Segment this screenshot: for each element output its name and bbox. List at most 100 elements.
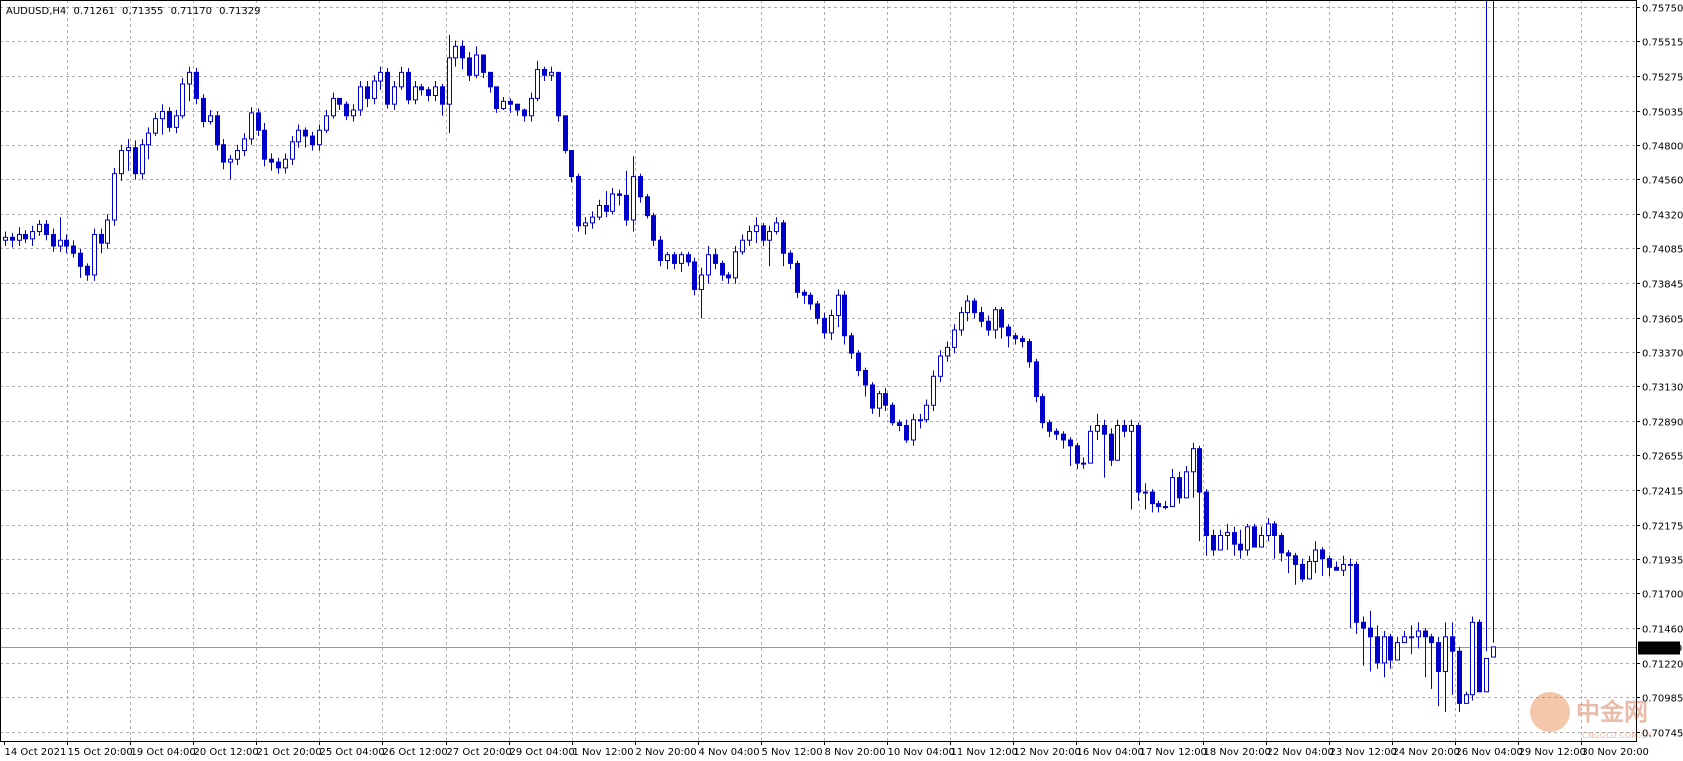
candle-body-bear: [1150, 491, 1155, 505]
candle-body-bull: [160, 110, 165, 120]
candle-body-bear: [1027, 341, 1032, 363]
candle-body-bull: [938, 355, 943, 377]
candle-body-bull: [453, 45, 458, 59]
x-tick-label: 15 Oct 20:00: [68, 747, 133, 758]
candle-body-bull: [1395, 642, 1400, 661]
x-tick-label: 21 Oct 20:00: [257, 747, 322, 758]
x-tick-label: 5 Nov 12:00: [762, 747, 823, 758]
candle-body-bull: [399, 71, 404, 88]
candle-body-bear: [795, 262, 800, 293]
candle-body-bear: [658, 239, 663, 262]
y-tick-label: 0.75515: [1642, 38, 1683, 49]
candle-body-bear: [78, 252, 83, 267]
candle-body-bull: [1245, 526, 1250, 551]
candle-body-bear: [303, 129, 308, 137]
header-open: 0.71261: [73, 6, 114, 17]
candle-body-bull: [392, 86, 397, 105]
candle-body-bear: [979, 312, 984, 322]
x-tick-label: 26 Oct 12:00: [383, 747, 448, 758]
candle-body-bear: [1238, 543, 1243, 551]
candle-body-bull: [945, 346, 950, 357]
candle-body-bear: [1047, 422, 1052, 432]
candle-body-bear: [194, 71, 199, 99]
candle-body-bull: [1348, 563, 1353, 566]
candle-body-bull: [1115, 424, 1120, 461]
candle-body-bear: [419, 86, 424, 91]
candlestick-chart: 0.75750 0.75515 0.75275 0.75035 0.74800 0.745…: [0, 0, 1683, 761]
x-tick-label: 16 Nov 04:00: [1077, 747, 1144, 758]
candle-body-bull: [378, 71, 383, 82]
candle-body-bear: [604, 205, 609, 212]
current-price-tag: 0.71329: [1638, 641, 1682, 655]
candle-body-bear: [1327, 558, 1332, 568]
candle-body-bear: [556, 71, 561, 117]
candle-body-bear: [51, 233, 56, 247]
x-tick-label: 25 Oct 04:00: [320, 747, 385, 758]
candle-body-bear: [1429, 636, 1434, 644]
candle-body-bear: [1013, 335, 1018, 340]
candle-body-bear: [890, 404, 895, 424]
candle-body-bear: [1204, 491, 1209, 536]
candle-body-bull: [372, 80, 377, 99]
candle-body-bull: [413, 86, 418, 101]
y-tick-label: 0.72655: [1642, 452, 1683, 463]
candle-body-bear: [1334, 566, 1339, 571]
candle-body-bull: [180, 83, 185, 117]
candle-body-bear: [215, 115, 220, 146]
candle-body-bull: [140, 144, 145, 175]
y-tick-label: 0.74085: [1642, 245, 1683, 256]
candle-body-bull: [836, 294, 841, 317]
candle-body-bull: [358, 86, 363, 111]
candle-body-bear: [849, 335, 854, 354]
candle-body-bull: [631, 176, 636, 221]
y-tick-label: 0.71700: [1642, 590, 1683, 601]
candle-body-bull: [30, 231, 35, 240]
candle-body-bear: [1388, 636, 1393, 661]
candle-body-bear: [863, 370, 868, 386]
y-tick-label: 0.73605: [1642, 315, 1683, 326]
candle-body-bull: [1266, 523, 1271, 536]
x-tick-label: 30 Nov 20:00: [1582, 747, 1649, 758]
candle-body-bear: [1040, 396, 1045, 424]
candle-body-bull: [1225, 532, 1230, 536]
candle-body-bear: [713, 254, 718, 264]
x-tick-label: 29 Oct 04:00: [510, 747, 575, 758]
candle-body-bear: [972, 300, 977, 314]
y-tick-label: 0.74800: [1642, 142, 1683, 153]
candle-body-bull: [529, 97, 534, 117]
candle-body-bear: [788, 252, 793, 264]
candle-body-bull: [747, 231, 752, 241]
candle-body-bear: [808, 294, 813, 305]
candle-body-bear: [1034, 361, 1039, 398]
candle-body-bull: [1170, 477, 1175, 508]
y-tick-label: 0.74560: [1642, 176, 1683, 187]
candle-body-bull: [774, 222, 779, 233]
candle-body-bull: [699, 274, 704, 290]
candle-body-bull: [754, 225, 759, 233]
candle-body-bull: [1382, 636, 1387, 664]
candle-body-bear: [1436, 642, 1441, 673]
candle-body-bear: [1252, 526, 1257, 548]
candle-body-bear: [64, 239, 69, 247]
candle-body-bull: [1095, 424, 1100, 432]
candle-body-bear: [10, 236, 15, 241]
candle-body-bear: [726, 274, 731, 279]
candle-body-bear: [344, 103, 349, 117]
candle-body-bear: [1122, 424, 1127, 432]
candle-body-bull: [1143, 491, 1148, 494]
candle-body-bear: [1354, 563, 1359, 623]
x-tick-label: 29 Nov 12:00: [1519, 747, 1586, 758]
candle-body-bear: [1211, 534, 1216, 551]
candle-body-bull: [1341, 563, 1346, 571]
candle-body-bull: [1218, 534, 1223, 551]
candle-body-bull: [283, 158, 288, 169]
candle-body-bull: [679, 254, 684, 264]
x-tick-label: 22 Nov 04:00: [1267, 747, 1334, 758]
candle-body-bull: [1307, 561, 1312, 580]
candle-body-bull: [549, 71, 554, 76]
candle-body-bear: [1136, 424, 1141, 493]
candle-body-bear: [1156, 503, 1161, 508]
candle-body-bull: [1313, 549, 1318, 563]
candle-body-bear: [645, 196, 650, 217]
candle-body-bear: [440, 86, 445, 105]
